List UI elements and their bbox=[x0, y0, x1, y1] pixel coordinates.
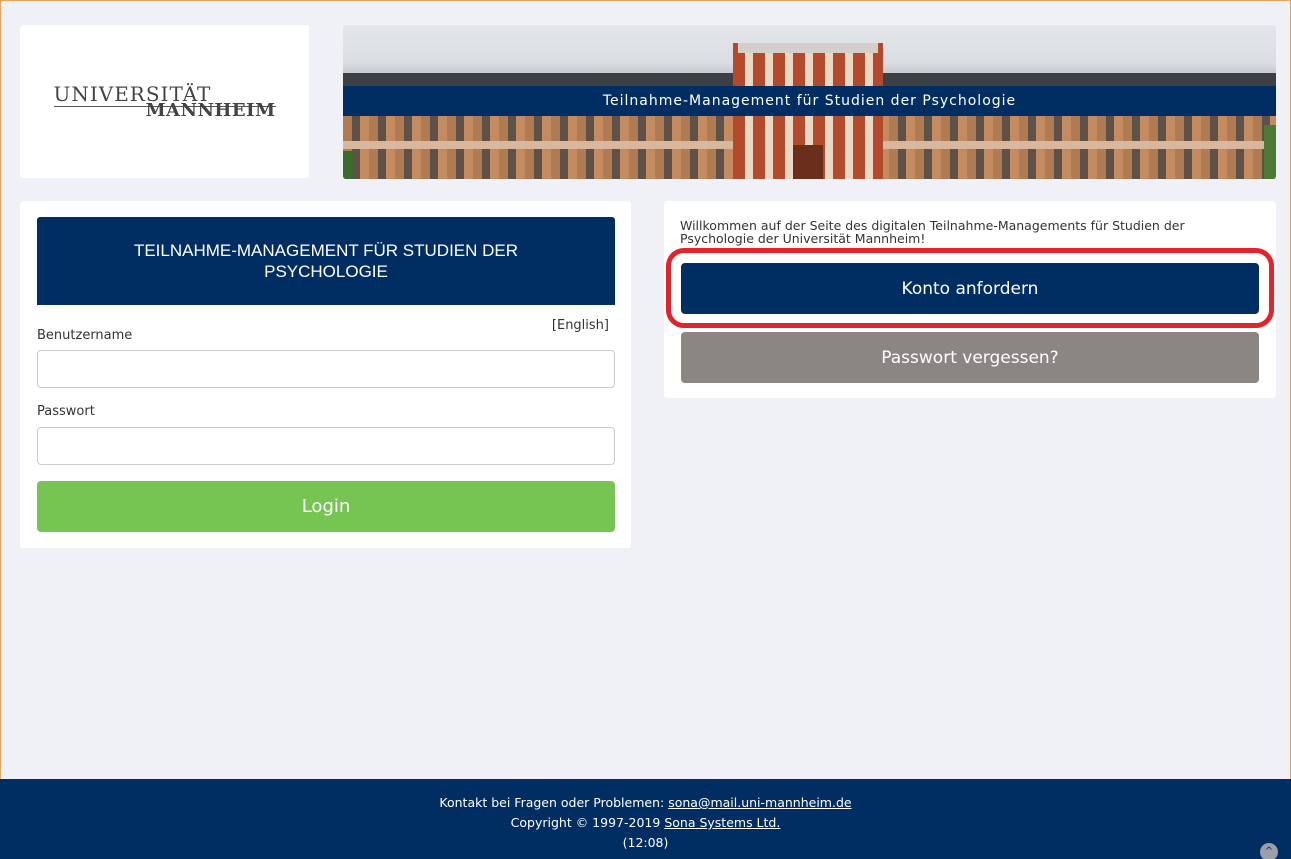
banner-tower-top bbox=[738, 43, 878, 53]
login-button[interactable]: Login bbox=[37, 481, 615, 532]
forgot-password-button[interactable]: Passwort vergessen? bbox=[681, 332, 1259, 383]
university-logo[interactable]: UNIVERSITÄT MANNHEIM bbox=[20, 25, 309, 178]
password-label: Passwort bbox=[37, 404, 95, 419]
footer: Kontakt bei Fragen oder Problemen: sona@… bbox=[0, 779, 1291, 859]
username-input[interactable] bbox=[37, 350, 615, 388]
footer-copyright-prefix: Copyright © 1997-2019 bbox=[510, 815, 661, 830]
footer-contact-prefix: Kontakt bei Fragen oder Problemen: bbox=[439, 795, 665, 810]
chevron-up-icon[interactable]: ^ bbox=[1260, 843, 1278, 859]
header-banner: Teilnahme-Management für Studien der Psy… bbox=[343, 25, 1276, 179]
banner-title: Teilnahme-Management für Studien der Psy… bbox=[343, 86, 1276, 116]
banner-tree-left bbox=[343, 151, 353, 179]
welcome-text: Willkommen auf der Seite des digitalen T… bbox=[680, 218, 1185, 246]
sona-systems-link[interactable]: Sona Systems Ltd. bbox=[664, 815, 780, 830]
banner-tree-right bbox=[1264, 125, 1276, 179]
footer-copyright-line: Copyright © 1997-2019 Sona Systems Ltd. bbox=[0, 813, 1291, 833]
request-account-button[interactable]: Konto anfordern bbox=[681, 263, 1259, 314]
english-language-link[interactable]: [English] bbox=[552, 318, 609, 333]
footer-contact-line: Kontakt bei Fragen oder Problemen: sona@… bbox=[0, 793, 1291, 813]
login-heading: TEILNAHME-MANAGEMENT FÜR STUDIEN DER PSY… bbox=[37, 217, 615, 305]
account-panel: Willkommen auf der Seite des digitalen T… bbox=[664, 201, 1276, 398]
password-input[interactable] bbox=[37, 427, 615, 465]
login-panel: TEILNAHME-MANAGEMENT FÜR STUDIEN DER PSY… bbox=[20, 201, 631, 548]
contact-email-link[interactable]: sona@mail.uni-mannheim.de bbox=[668, 795, 851, 810]
footer-time: (12:08) bbox=[622, 835, 669, 850]
username-label: Benutzername bbox=[37, 328, 133, 343]
banner-door bbox=[793, 145, 823, 179]
